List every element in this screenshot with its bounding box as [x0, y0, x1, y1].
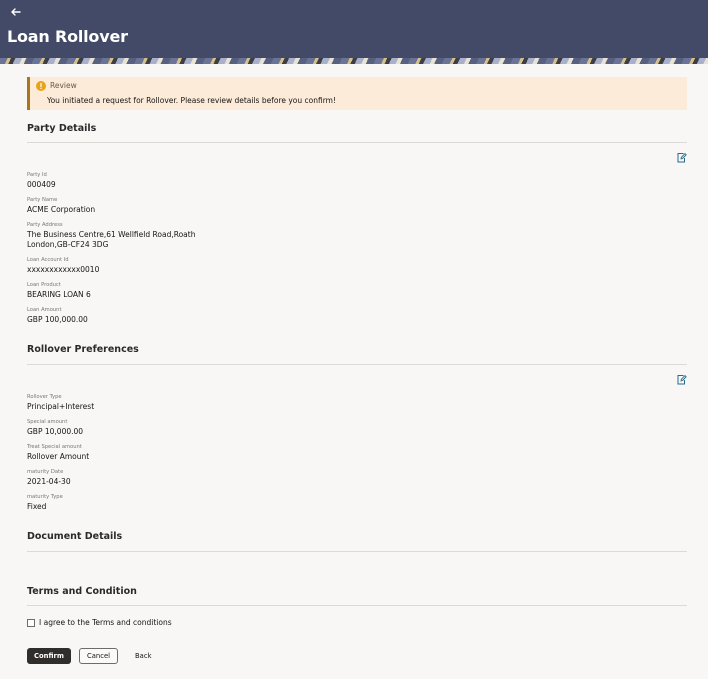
maturity-type-value: Fixed: [27, 502, 47, 511]
page-title: Loan Rollover: [7, 27, 128, 46]
treat-special-amount-value: Rollover Amount: [27, 452, 90, 461]
party-address-line2: London,GB-CF24 3DG: [27, 240, 109, 249]
rollover-type-value: Principal+Interest: [27, 402, 95, 411]
party-name-label: Party Name: [27, 197, 58, 203]
review-message: You initiated a request for Rollover. Pl…: [47, 96, 336, 105]
document-details-title: Document Details: [27, 531, 123, 542]
section-divider: [27, 605, 687, 606]
party-name-value: ACME Corporation: [27, 205, 96, 214]
maturity-date-label: maturity Date: [27, 469, 64, 475]
loan-amount-label: Loan Amount: [27, 307, 62, 313]
loan-amount-value: GBP 100,000.00: [27, 315, 88, 324]
section-divider: [27, 364, 687, 365]
party-address-line1: The Business Centre,61 Wellfield Road,Ro…: [27, 230, 196, 239]
rollover-type-label: Rollover Type: [27, 394, 62, 400]
treat-special-amount-label: Treat Special amount: [27, 444, 82, 450]
review-banner: Review You initiated a request for Rollo…: [27, 77, 687, 110]
cancel-button[interactable]: Cancel: [79, 648, 118, 664]
loan-product-label: Loan Product: [27, 282, 61, 288]
loan-account-id-label: Loan Account Id: [27, 257, 69, 263]
rollover-preferences-title: Rollover Preferences: [27, 344, 139, 355]
section-divider: [27, 551, 687, 552]
party-id-value: 000409: [27, 180, 56, 189]
party-address-label: Party Address: [27, 222, 63, 228]
terms-checkbox[interactable]: [27, 619, 35, 627]
header-pattern-strip: [0, 58, 708, 64]
back-arrow-icon[interactable]: [9, 5, 23, 19]
terms-title: Terms and Condition: [27, 586, 137, 597]
terms-checkbox-label[interactable]: I agree to the Terms and conditions: [39, 618, 172, 627]
confirm-button[interactable]: Confirm: [27, 648, 71, 664]
loan-product-value: BEARING LOAN 6: [27, 290, 91, 299]
edit-icon[interactable]: [676, 152, 687, 163]
back-button[interactable]: Back: [135, 652, 152, 660]
special-amount-value: GBP 10,000.00: [27, 427, 84, 436]
section-divider: [27, 142, 687, 143]
special-amount-label: Special amount: [27, 419, 68, 425]
party-details-title: Party Details: [27, 123, 97, 134]
loan-account-id-value: xxxxxxxxxxxx0010: [27, 265, 100, 274]
warning-icon: [36, 81, 46, 91]
party-id-label: Party Id: [27, 172, 47, 178]
edit-icon[interactable]: [676, 374, 687, 385]
review-title: Review: [50, 81, 77, 90]
maturity-date-value: 2021-04-30: [27, 477, 71, 486]
app-header: Loan Rollover: [0, 0, 708, 58]
maturity-type-label: maturity Type: [27, 494, 63, 500]
